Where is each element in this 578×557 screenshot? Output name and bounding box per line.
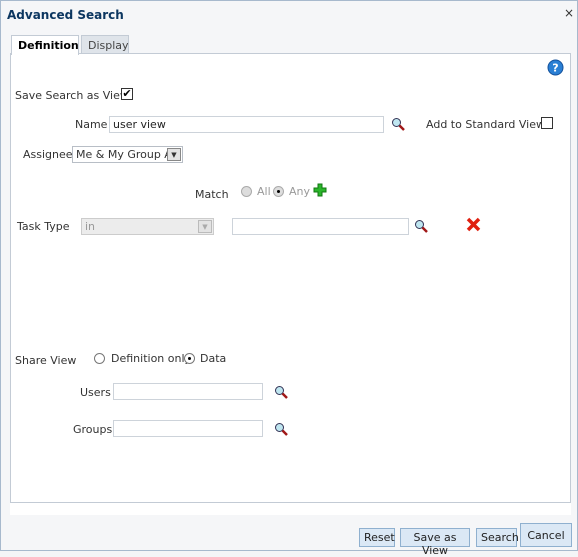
tab-definition[interactable]: Definition bbox=[11, 35, 79, 55]
add-to-standard-views-label: Add to Standard Views bbox=[426, 118, 551, 131]
share-view-label: Share View bbox=[15, 354, 77, 367]
users-search-icon[interactable] bbox=[274, 385, 288, 399]
groups-input[interactable] bbox=[113, 420, 263, 437]
share-data-label: Data bbox=[200, 352, 227, 365]
save-as-view-button[interactable]: Save as View bbox=[400, 528, 470, 557]
dialog-title: Advanced Search bbox=[7, 8, 124, 22]
chevron-down-icon: ▼ bbox=[167, 148, 181, 161]
save-search-as-view-label: Save Search as View bbox=[15, 89, 129, 102]
match-any-radio[interactable] bbox=[273, 186, 284, 197]
save-search-as-view-checkbox[interactable]: ✔ bbox=[121, 88, 133, 100]
add-to-standard-views-checkbox[interactable] bbox=[541, 117, 553, 129]
share-data-radio[interactable] bbox=[184, 353, 195, 364]
assignee-select[interactable]: Me & My Group All ▼ bbox=[72, 146, 183, 163]
name-input[interactable]: user view bbox=[109, 116, 384, 133]
chevron-down-icon: ▼ bbox=[198, 220, 212, 233]
groups-search-icon[interactable] bbox=[274, 422, 288, 436]
close-icon[interactable]: × bbox=[564, 6, 574, 20]
users-label: Users bbox=[80, 386, 111, 399]
match-all-label: All bbox=[257, 185, 271, 198]
assignee-value: Me & My Group All bbox=[76, 148, 178, 161]
task-type-operator-value: in bbox=[85, 220, 96, 233]
task-type-label: Task Type bbox=[17, 220, 70, 233]
task-type-search-icon[interactable] bbox=[414, 219, 428, 233]
match-all-radio[interactable] bbox=[241, 186, 252, 197]
reset-button[interactable]: Reset bbox=[359, 528, 395, 547]
share-definition-only-radio[interactable] bbox=[94, 353, 105, 364]
name-label: Name bbox=[75, 118, 108, 131]
match-label: Match bbox=[195, 188, 229, 201]
remove-icon[interactable] bbox=[466, 217, 481, 232]
svg-text:?: ? bbox=[552, 62, 558, 75]
name-search-icon[interactable] bbox=[391, 117, 405, 131]
assignee-label: Assignee bbox=[23, 148, 73, 161]
groups-label: Groups bbox=[73, 423, 113, 436]
tab-display[interactable]: Display bbox=[81, 35, 129, 54]
share-definition-only-label: Definition only bbox=[111, 352, 192, 365]
cancel-button[interactable]: Cancel bbox=[520, 523, 572, 547]
advanced-search-dialog: Advanced Search × Definition Display ? S… bbox=[0, 0, 578, 557]
help-icon[interactable]: ? bbox=[547, 59, 564, 76]
match-any-label: Any bbox=[289, 185, 311, 198]
task-type-operator-select[interactable]: in ▼ bbox=[81, 218, 214, 235]
add-icon[interactable] bbox=[313, 183, 327, 197]
users-input[interactable] bbox=[113, 383, 263, 400]
task-type-input[interactable] bbox=[232, 218, 409, 235]
panel-footer bbox=[10, 503, 571, 515]
search-button[interactable]: Search bbox=[476, 528, 519, 547]
